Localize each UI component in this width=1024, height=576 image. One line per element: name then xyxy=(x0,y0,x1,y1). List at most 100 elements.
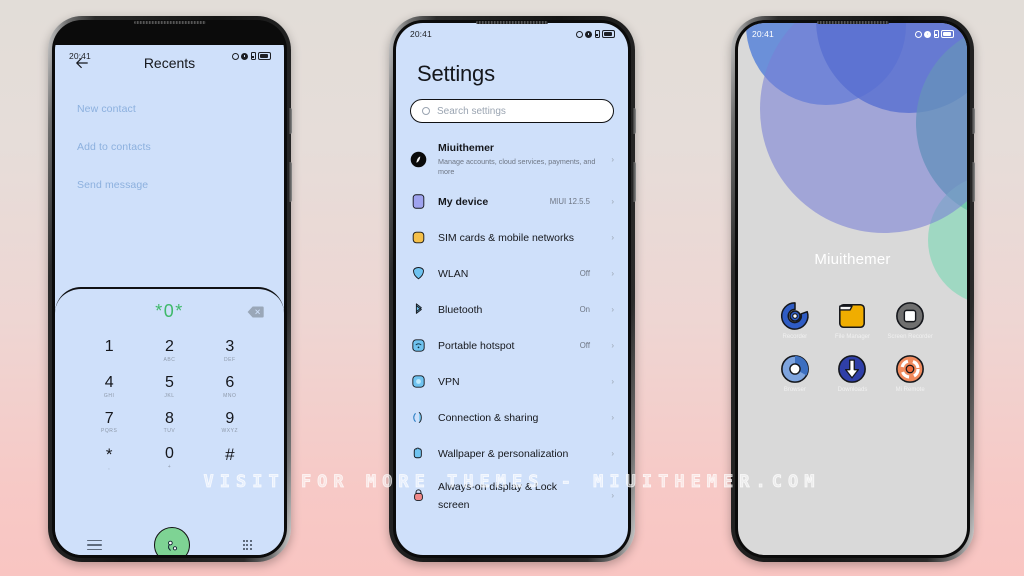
settings-row-vpn[interactable]: VPN › xyxy=(396,363,628,399)
action-add-to-contacts[interactable]: Add to contacts xyxy=(77,141,262,153)
key-0[interactable]: 0 + xyxy=(139,442,199,477)
key-hash[interactable]: # xyxy=(200,442,260,477)
screen-recorder-icon xyxy=(895,301,925,331)
settings-row-my-device[interactable]: My device MIUI 12.5.5 › xyxy=(396,183,628,219)
call-icon[interactable] xyxy=(154,527,191,555)
status-bar-time: 20:41 xyxy=(410,29,432,39)
earpiece-speaker xyxy=(133,21,206,24)
key-3[interactable]: 3 DEF xyxy=(200,335,260,369)
settings-row-sim-cards[interactable]: SIM cards & mobile networks › xyxy=(396,219,628,255)
key-number: 6 xyxy=(225,373,235,391)
search-placeholder: Search settings xyxy=(437,105,506,117)
phone-bezel: 20:41 Recents New contact Add to contact… xyxy=(52,20,292,558)
status-bar-time: 20:41 xyxy=(752,29,774,39)
key-number: 7 xyxy=(104,409,114,427)
settings-row-wallpaper[interactable]: Wallpaper & personalization › xyxy=(396,435,628,471)
key-7[interactable]: 7 PQRS xyxy=(79,407,139,441)
settings-row-value: Off xyxy=(579,268,590,278)
key-sublabel xyxy=(79,357,139,364)
chevron-right-icon: › xyxy=(611,448,614,458)
browser-icon xyxy=(780,354,810,384)
settings-row-lock-screen[interactable]: Always-on display & Lock screen › xyxy=(396,471,628,519)
dialer-display: *0* xyxy=(55,289,284,333)
key-number: 8 xyxy=(165,409,174,427)
settings-list: Miuithemer Manage accounts, cloud servic… xyxy=(396,135,628,519)
key-9[interactable]: 9 WXYZ xyxy=(200,407,260,441)
chevron-right-icon: › xyxy=(611,304,614,314)
bluetooth-icon xyxy=(410,301,427,318)
key-sublabel: , xyxy=(108,465,111,472)
volume-button[interactable] xyxy=(289,108,292,134)
account-avatar-icon xyxy=(410,151,427,168)
signal-icon xyxy=(933,30,939,38)
wifi-shield-icon xyxy=(410,265,427,282)
downloads-icon xyxy=(837,354,867,384)
settings-row-portable-hotspot[interactable]: Portable hotspot Off › xyxy=(396,327,628,363)
settings-row-label: Miuithemer xyxy=(438,141,495,154)
settings-row-connection-sharing[interactable]: Connection & sharing › xyxy=(396,399,628,435)
power-button[interactable] xyxy=(972,162,975,202)
status-bar-icons xyxy=(575,30,615,38)
action-send-message[interactable]: Send message xyxy=(77,179,262,191)
settings-row-text: VPN xyxy=(438,372,579,390)
chevron-right-icon: › xyxy=(611,412,614,422)
app-downloads[interactable]: Downloads xyxy=(824,354,882,395)
phone-device-dialer: 20:41 Recents New contact Add to contact… xyxy=(48,16,292,562)
keypad-icon[interactable] xyxy=(242,540,252,550)
settings-row-text: Connection & sharing xyxy=(438,408,579,426)
settings-row-wlan[interactable]: WLAN Off › xyxy=(396,255,628,291)
key-star[interactable]: *, xyxy=(79,442,139,477)
settings-row-text: My device xyxy=(438,192,539,210)
search-input[interactable]: Search settings xyxy=(410,99,614,123)
recents-action-list: New contact Add to contacts Send message xyxy=(55,81,284,191)
dialer-sheet: *0* 1 2 ABC 3 DEF 4 GHI 5 JKL 6 MNO 7 PQRS 8 TU… xyxy=(55,287,284,555)
wallpaper-circle-periwinkle xyxy=(760,23,967,233)
key-number: 4 xyxy=(104,373,114,391)
key-8[interactable]: 8 TUV xyxy=(139,407,199,441)
key-2[interactable]: 2 ABC xyxy=(139,335,199,369)
battery-icon xyxy=(602,30,615,38)
key-5[interactable]: 5 JKL xyxy=(139,371,199,405)
backspace-icon[interactable] xyxy=(247,305,264,318)
wallpaper-icon xyxy=(410,445,427,462)
app-file-manager[interactable]: File Manager xyxy=(824,301,882,342)
settings-row-text: SIM cards & mobile networks xyxy=(438,228,579,246)
app-screen-recorder[interactable]: Screen Recorder xyxy=(881,301,939,342)
lock-screen-icon xyxy=(410,487,427,504)
app-recorder[interactable]: Recorder xyxy=(766,301,824,342)
battery-icon xyxy=(258,52,271,60)
app-browser[interactable]: Browser xyxy=(766,354,824,395)
circle-filled-icon xyxy=(241,52,248,60)
phone-bezel: 20:41 Miuithemer Recorder File Manager S… xyxy=(735,20,975,558)
key-4[interactable]: 4 GHI xyxy=(79,371,139,405)
app-grid: Recorder File Manager Screen Recorder Br… xyxy=(738,301,967,394)
chevron-right-icon: › xyxy=(611,268,614,278)
settings-row-account[interactable]: Miuithemer Manage accounts, cloud servic… xyxy=(396,135,628,183)
menu-icon[interactable] xyxy=(87,539,102,551)
key-sublabel: DEF xyxy=(223,356,236,363)
circle-filled-icon xyxy=(924,30,931,38)
settings-row-label: My device xyxy=(438,196,489,208)
phone-device-settings: 20:41 Settings Search settings Miuitheme… xyxy=(389,16,636,562)
key-sublabel: WXYZ xyxy=(221,428,239,435)
connection-sharing-icon xyxy=(410,409,427,426)
sim-card-icon xyxy=(410,229,427,246)
hotspot-icon xyxy=(410,337,427,354)
status-bar: 20:41 xyxy=(738,23,967,45)
app-mi-remote[interactable]: Mi Remote xyxy=(881,354,939,395)
app-label: Browser xyxy=(783,386,806,393)
key-sublabel: GHI xyxy=(103,392,115,399)
power-button[interactable] xyxy=(289,162,292,202)
phone3-screen: 20:41 Miuithemer Recorder File Manager S… xyxy=(738,23,967,555)
earpiece-speaker xyxy=(816,21,889,24)
key-6[interactable]: 6 MNO xyxy=(200,371,260,405)
dialed-number: *0* xyxy=(155,300,184,321)
volume-button[interactable] xyxy=(633,108,636,134)
action-new-contact[interactable]: New contact xyxy=(77,103,262,115)
power-button[interactable] xyxy=(633,162,636,202)
settings-row-bluetooth[interactable]: Bluetooth On › xyxy=(396,291,628,327)
home-page: 20:41 Miuithemer Recorder File Manager S… xyxy=(738,23,967,555)
key-1[interactable]: 1 xyxy=(79,335,139,369)
volume-button[interactable] xyxy=(972,108,975,134)
status-bar: 20:41 xyxy=(396,23,628,45)
